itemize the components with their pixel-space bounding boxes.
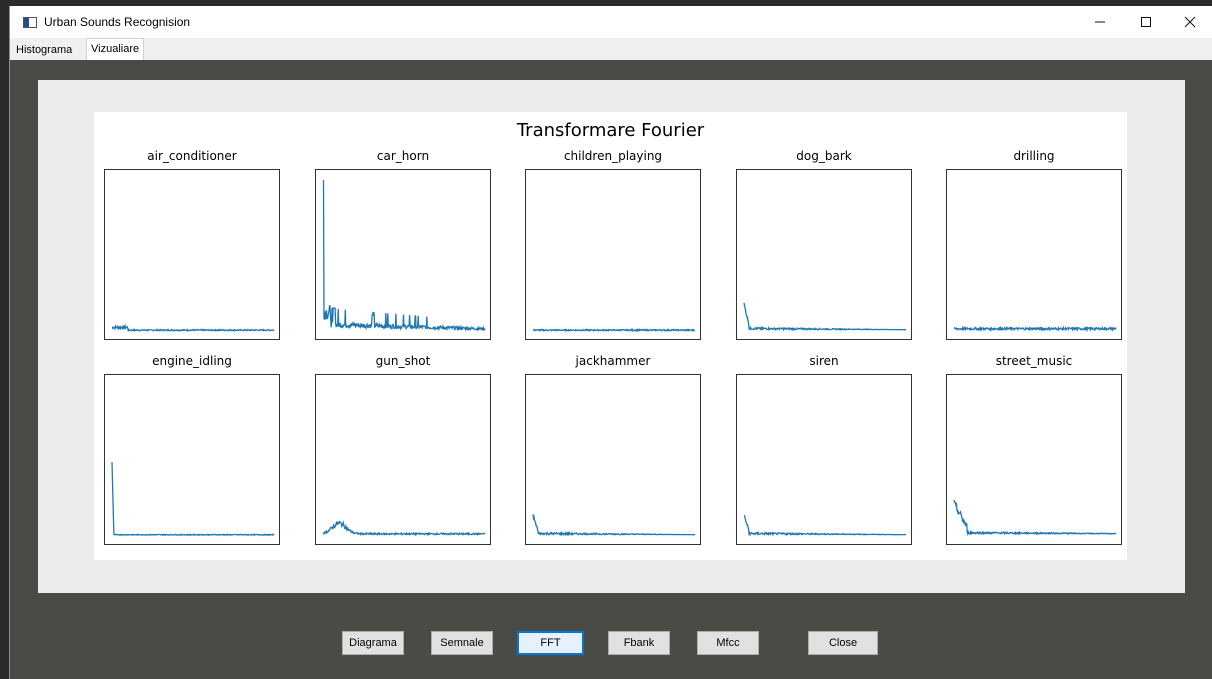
window-title: Urban Sounds Recognision: [44, 15, 191, 29]
fft-plot: [532, 514, 695, 537]
fft-series-line: [953, 499, 1117, 537]
close-window-button[interactable]: [1167, 6, 1212, 38]
fbank-button[interactable]: Fbank: [608, 631, 670, 655]
fft-series-line: [743, 514, 906, 537]
app-icon: [23, 17, 37, 28]
fft-series-line: [322, 520, 486, 537]
subplot-title: air_conditioner: [147, 149, 237, 163]
tab-bar: Histograma Vizualiare: [10, 38, 1212, 60]
subplot-title: gun_shot: [375, 354, 431, 368]
subplot-axes: [525, 169, 701, 340]
fft-series-line: [111, 323, 275, 333]
fft-series-line: [322, 180, 486, 332]
fft-figure: Transformare Fourier air_conditioner car_…: [94, 112, 1127, 560]
close-button[interactable]: Close: [808, 631, 878, 655]
fft-plot: [743, 302, 906, 332]
subplot-axes: [946, 169, 1122, 340]
subplot-axes: [736, 169, 912, 340]
fft-series-line: [743, 302, 906, 332]
fft-plot: [111, 462, 275, 537]
subplot-title: engine_idling: [152, 354, 232, 368]
semnale-button[interactable]: Semnale: [431, 631, 493, 655]
fft-plot: [322, 520, 486, 537]
fft-plot: [322, 180, 486, 332]
subplot-axes: [946, 374, 1122, 545]
close-icon: [1184, 16, 1196, 28]
fft-plot: [953, 325, 1117, 333]
diagrama-button[interactable]: Diagrama: [342, 631, 404, 655]
subplot-title: siren: [809, 354, 839, 368]
maximize-icon: [1141, 17, 1151, 27]
maximize-button[interactable]: [1123, 6, 1169, 38]
figure-canvas: Transformare Fourier air_conditioner car_…: [38, 80, 1185, 593]
minimize-button[interactable]: [1077, 6, 1123, 38]
subplot-title: street_music: [995, 354, 1073, 368]
tab-vizualiare[interactable]: Vizualiare: [86, 38, 145, 60]
fft-button[interactable]: FFT: [517, 631, 584, 655]
fft-plot: [743, 514, 906, 537]
subplot-axes: [104, 374, 280, 545]
subplot-title: children_playing: [563, 149, 663, 163]
mfcc-button[interactable]: Mfcc: [697, 631, 759, 655]
figure-title: Transformare Fourier: [516, 120, 705, 141]
subplot-title: car_horn: [376, 149, 430, 163]
subplot-title: dog_bark: [796, 149, 852, 163]
title-bar[interactable]: Urban Sounds Recognision: [10, 6, 1212, 38]
fft-series-line: [111, 462, 275, 537]
subplot-title: drilling: [1013, 149, 1055, 163]
subplot-title: jackhammer: [575, 354, 651, 368]
subplot-axes: [104, 169, 280, 340]
fft-plot: [111, 323, 275, 333]
tab-histograma[interactable]: Histograma: [12, 41, 76, 59]
subplot-axes: [736, 374, 912, 545]
minimize-icon: [1095, 21, 1105, 23]
content-panel: Transformare Fourier air_conditioner car_…: [10, 60, 1212, 679]
subplot-axes: [315, 169, 491, 340]
subplot-axes: [525, 374, 701, 545]
fft-series-line: [533, 328, 696, 333]
fft-plot: [953, 499, 1117, 537]
fft-series-line: [532, 514, 695, 537]
fft-series-line: [953, 325, 1117, 333]
subplot-axes: [315, 374, 491, 545]
fft-plot: [533, 328, 696, 333]
app-window: Urban Sounds Recognision Histograma Vizu…: [9, 6, 1212, 679]
